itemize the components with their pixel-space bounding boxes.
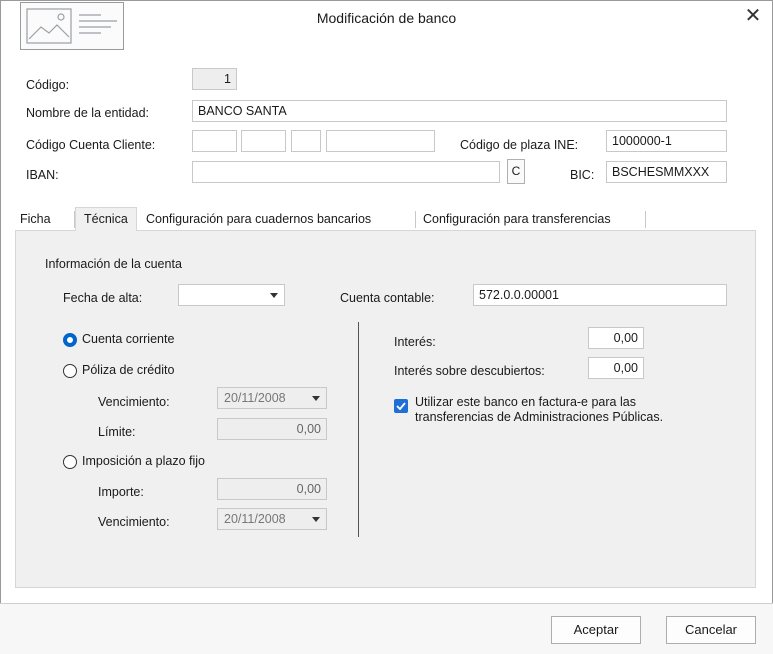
nombre-entidad-label: Nombre de la entidad: — [26, 106, 149, 120]
bic-label: BIC: — [570, 168, 595, 182]
utilizar-factura-e-label-line2: transferencias de Administraciones Públi… — [415, 410, 664, 424]
radio-poliza-credito[interactable] — [63, 364, 77, 378]
ccc-dc-input[interactable] — [291, 130, 321, 152]
bic-input[interactable]: BSCHESMMXXX — [606, 161, 727, 183]
poliza-vencimiento-value: 20/11/2008 — [224, 391, 286, 405]
interes-input[interactable]: 0,00 — [588, 327, 644, 349]
c-button[interactable]: C — [507, 159, 525, 184]
vertical-divider — [358, 322, 359, 537]
fecha-alta-select[interactable] — [178, 284, 285, 306]
ccc-oficina-input[interactable] — [241, 130, 286, 152]
imposicion-vencimiento-select: 20/11/2008 — [217, 508, 327, 530]
codigo-label: Código: — [26, 78, 70, 92]
checkmark-icon — [396, 402, 406, 411]
codigo-plaza-ine-label: Código de plaza INE: — [460, 138, 579, 152]
poliza-credito-label: Póliza de crédito — [82, 363, 175, 377]
tab-tecnica[interactable]: Técnica — [75, 207, 137, 231]
nombre-entidad-input[interactable]: BANCO SANTA — [192, 100, 727, 122]
cancelar-button[interactable]: Cancelar — [666, 616, 756, 644]
close-icon[interactable]: ✕ — [740, 3, 766, 29]
ccc-entidad-input[interactable] — [192, 130, 237, 152]
tab-cuadernos-bancarios[interactable]: Configuración para cuadernos bancarios — [146, 208, 371, 231]
utilizar-factura-e-label-line1: Utilizar este banco en factura-e para la… — [415, 395, 636, 409]
informacion-cuenta-heading: Información de la cuenta — [45, 257, 182, 271]
limite-field: 0,00 — [217, 418, 327, 440]
interes-label: Interés: — [394, 335, 436, 349]
cuenta-corriente-label: Cuenta corriente — [82, 332, 175, 346]
imposicion-vencimiento-value: 20/11/2008 — [224, 512, 286, 526]
chevron-down-icon — [270, 293, 278, 298]
chevron-down-icon — [312, 396, 320, 401]
cuenta-contable-label: Cuenta contable: — [340, 291, 435, 305]
imposicion-vencimiento-label: Vencimiento: — [98, 515, 170, 529]
limite-label: Límite: — [98, 425, 136, 439]
codigo-cuenta-cliente-label: Código Cuenta Cliente: — [26, 138, 156, 152]
tab-ficha[interactable]: Ficha — [20, 208, 51, 231]
fecha-alta-label: Fecha de alta: — [63, 291, 143, 305]
tab-separator — [645, 211, 646, 228]
codigo-field: 1 — [192, 68, 237, 90]
importe-label: Importe: — [98, 485, 144, 499]
poliza-vencimiento-select: 20/11/2008 — [217, 387, 327, 409]
interes-descubiertos-label: Interés sobre descubiertos: — [394, 364, 545, 378]
radio-imposicion-plazo-fijo[interactable] — [63, 455, 77, 469]
utilizar-factura-e-checkbox[interactable] — [394, 399, 408, 413]
tab-separator — [415, 211, 416, 228]
ccc-numero-input[interactable] — [326, 130, 435, 152]
iban-label: IBAN: — [26, 168, 59, 182]
tab-transferencias[interactable]: Configuración para transferencias — [423, 208, 611, 231]
poliza-vencimiento-label: Vencimiento: — [98, 395, 170, 409]
imposicion-plazo-fijo-label: Imposición a plazo fijo — [82, 454, 205, 468]
radio-cuenta-corriente[interactable] — [63, 333, 77, 347]
cuenta-contable-input[interactable]: 572.0.0.00001 — [473, 284, 727, 306]
codigo-plaza-ine-input[interactable]: 1000000-1 — [606, 130, 727, 152]
aceptar-button[interactable]: Aceptar — [551, 616, 641, 644]
interes-descubiertos-input[interactable]: 0,00 — [588, 357, 644, 379]
dialog-title: Modificación de banco — [316, 10, 457, 26]
chevron-down-icon — [312, 517, 320, 522]
dialog-footer — [0, 604, 773, 654]
iban-input[interactable] — [192, 161, 500, 183]
importe-field: 0,00 — [217, 478, 327, 500]
